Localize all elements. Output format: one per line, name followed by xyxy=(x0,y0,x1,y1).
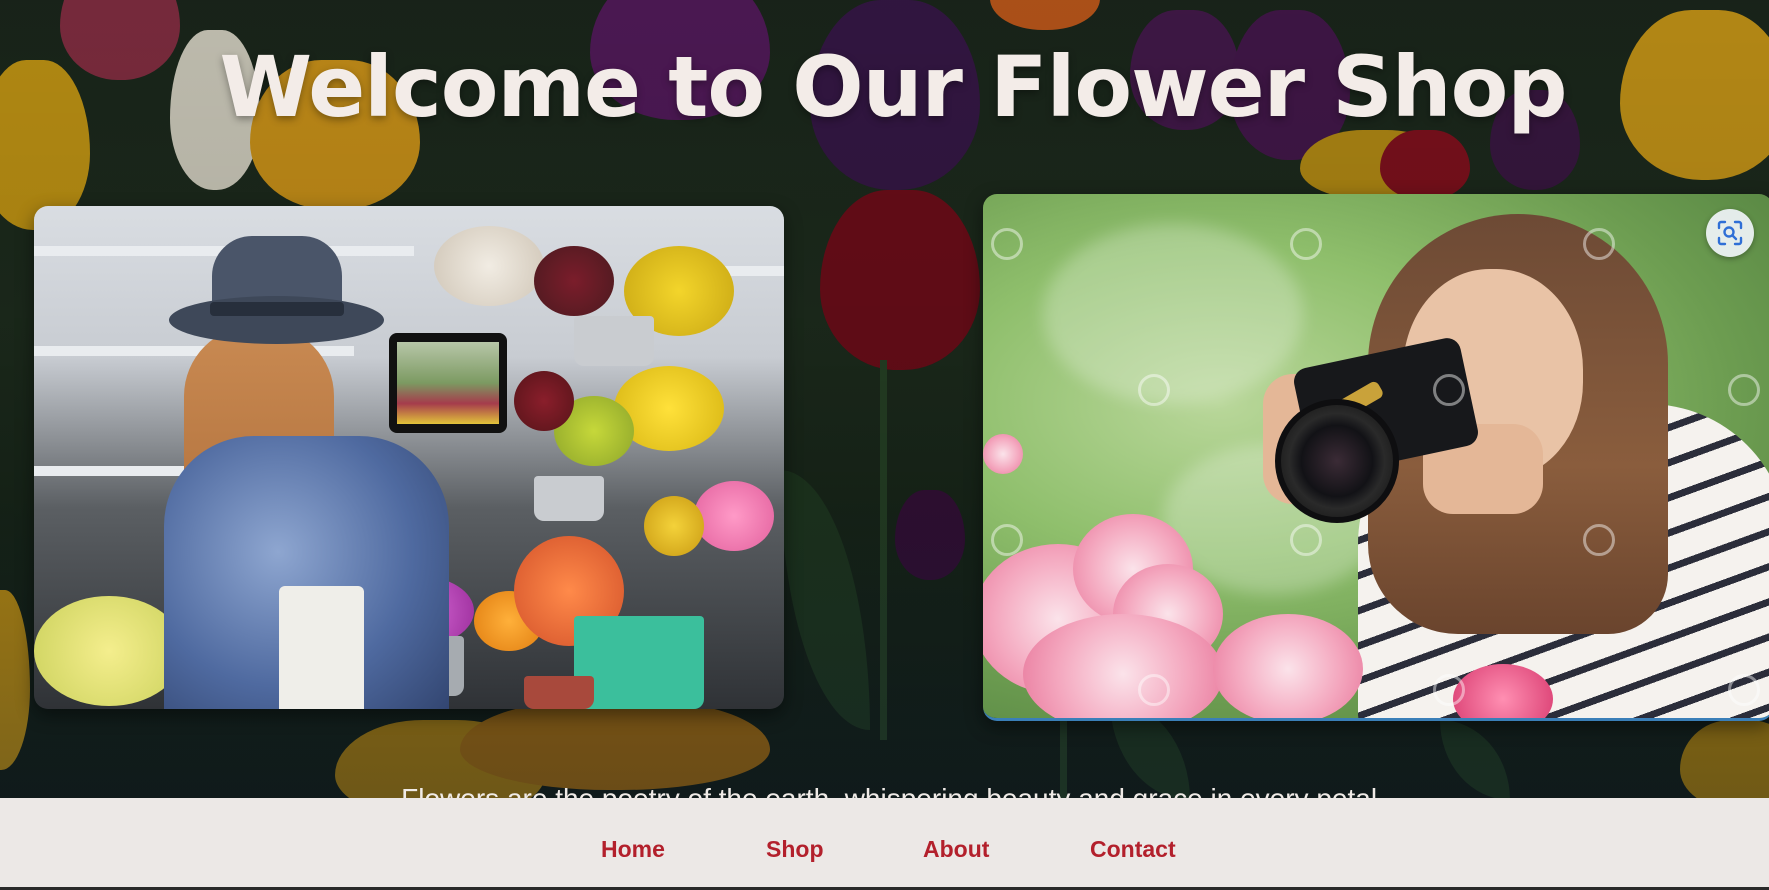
photographer-photo xyxy=(983,194,1769,721)
page: Welcome to Our Flower Shop Home Shop Abo… xyxy=(0,0,1769,890)
nav-shop-link[interactable]: Shop xyxy=(766,836,824,863)
tagline: Flowers are the poetry of the earth, whi… xyxy=(0,781,1769,798)
florist-photo xyxy=(34,206,784,709)
visual-search-button[interactable] xyxy=(1706,209,1754,257)
main-nav: Home Shop About Contact xyxy=(0,798,1769,890)
nav-about-link[interactable]: About xyxy=(923,836,989,863)
nav-contact-link[interactable]: Contact xyxy=(1090,836,1176,863)
lens-scan-icon xyxy=(1717,220,1743,246)
nav-home-link[interactable]: Home xyxy=(601,836,665,863)
hero-section: Welcome to Our Flower Shop xyxy=(0,0,1769,798)
page-title: Welcome to Our Flower Shop xyxy=(219,38,1568,136)
